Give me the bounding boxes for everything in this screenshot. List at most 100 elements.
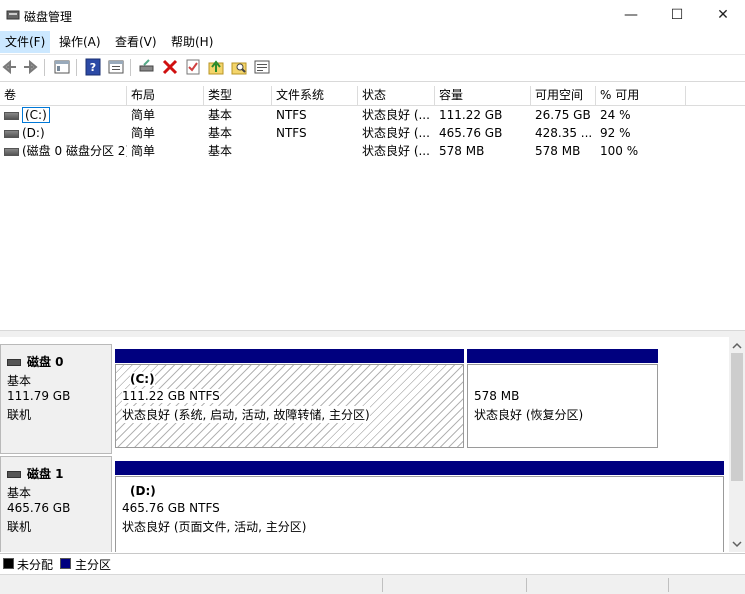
scroll-up-icon[interactable] [732,340,742,350]
menu-file[interactable]: 文件(F) [0,31,51,53]
disk-management-icon [6,8,20,22]
layout-cell: 简单 [131,108,156,122]
menu-action[interactable]: 操作(A) [54,31,106,53]
legend: 未分配 主分区 [0,553,745,574]
column-header-volume[interactable]: 卷 [0,86,127,105]
partition-status: 状态良好 (页面文件, 活动, 主分区) [122,520,307,534]
volume-icon [4,111,19,120]
back-icon[interactable] [1,58,19,76]
partition-bar [467,349,658,363]
percent-free-cell: 92 % [600,126,631,140]
delete-icon[interactable] [161,58,179,76]
partition-status: 状态良好 (恢复分区) [474,408,584,422]
connect-drive-icon[interactable] [138,58,156,76]
vertical-scrollbar[interactable] [729,337,745,552]
column-header-free-space[interactable]: 可用空间 [531,86,596,105]
volume-name: (C:) [22,107,50,123]
up-icon[interactable] [207,58,225,76]
percent-free-cell: 100 % [600,144,639,158]
legend-label-unallocated: 未分配 [17,558,54,572]
disk-0-status: 联机 [7,408,32,422]
status-bar-separator [668,578,669,592]
volume-name: (D:) [22,126,45,140]
table-row[interactable]: (磁盘 0 磁盘分区 2) 简单 基本 状态良好 (... 578 MB 578… [0,142,745,160]
menu-bar: 文件(F) 操作(A) 查看(V) 帮助(H) [0,31,745,53]
properties-icon[interactable] [107,58,125,76]
status-cell: 状态良好 (... [362,144,430,158]
column-header-status[interactable]: 状态 [358,86,435,105]
column-header-type[interactable]: 类型 [204,86,272,105]
table-row[interactable]: (C:) 简单 基本 NTFS 状态良好 (... 111.22 GB 26.7… [0,106,745,124]
column-header-percent-free[interactable]: % 可用 [596,86,686,105]
disk-0-type: 基本 [7,374,32,388]
capacity-cell: 465.76 GB [439,126,503,140]
status-cell: 状态良好 (... [362,108,430,122]
disk-1-status: 联机 [7,520,32,534]
console-tree-icon[interactable] [53,58,71,76]
partition-c[interactable]: (C:) 111.22 GB NTFS 状态良好 (系统, 启动, 活动, 故障… [115,364,464,448]
forward-icon[interactable] [21,58,39,76]
free-space-cell: 26.75 GB [535,108,591,122]
filesystem-cell [272,142,358,160]
list-icon[interactable] [253,58,271,76]
disk-0-name: 磁盘 0 [7,353,64,370]
maximize-button[interactable]: ☐ [654,0,700,31]
svg-text:?: ? [90,61,96,74]
toolbar-separator [76,59,77,76]
status-bar [0,574,745,594]
capacity-cell: 111.22 GB [439,108,503,122]
type-cell: 基本 [208,126,233,140]
partition-d[interactable]: (D:) 465.76 GB NTFS 状态良好 (页面文件, 活动, 主分区) [115,476,724,552]
minimize-button[interactable]: — [608,0,654,31]
help-icon[interactable]: ? [84,58,102,76]
volume-cell: (D:) [0,124,127,142]
partition-recovery[interactable]: 578 MB 状态良好 (恢复分区) [467,364,658,448]
partition-size: 465.76 GB NTFS [122,501,220,515]
close-button[interactable]: ✕ [700,0,745,31]
check-icon[interactable] [184,58,202,76]
column-header-layout[interactable]: 布局 [127,86,204,105]
filesystem-cell: NTFS [276,108,307,122]
title-bar: 磁盘管理 — ☐ ✕ [0,0,745,31]
type-cell: 基本 [208,144,233,158]
layout-cell: 简单 [131,126,156,140]
volume-name: (磁盘 0 磁盘分区 2) [22,144,127,158]
disk-1-info[interactable]: 磁盘 1 基本 465.76 GB 联机 [0,456,112,552]
status-cell: 状态良好 (... [362,126,430,140]
table-row[interactable]: (D:) 简单 基本 NTFS 状态良好 (... 465.76 GB 428.… [0,124,745,142]
disk-1-name: 磁盘 1 [7,465,64,482]
volume-icon [4,147,19,156]
capacity-cell: 578 MB [439,144,485,158]
legend-swatch-unallocated [3,558,14,569]
status-bar-separator [382,578,383,592]
menu-help[interactable]: 帮助(H) [166,31,218,53]
column-header-capacity[interactable]: 容量 [435,86,531,105]
partition-bar [115,461,724,475]
disk-1-type: 基本 [7,486,32,500]
legend-label-primary: 主分区 [75,558,112,572]
layout-cell: 简单 [131,144,156,158]
partition-size: 578 MB [474,389,520,403]
column-header-filesystem[interactable]: 文件系统 [272,86,358,105]
volume-cell: (C:) [0,106,127,124]
partition-status: 状态良好 (系统, 启动, 活动, 故障转储, 主分区) [122,406,370,423]
disk-graphical-view: 磁盘 0 基本 111.79 GB 联机 (C:) 111.22 GB NTFS… [0,337,729,552]
partition-size: 111.22 GB NTFS [122,389,220,403]
disk-icon [7,471,21,478]
disk-0-info[interactable]: 磁盘 0 基本 111.79 GB 联机 [0,344,112,454]
status-bar-separator [526,578,527,592]
partition-bar [115,349,464,363]
toolbar: ? [0,54,745,82]
search-icon[interactable] [230,58,248,76]
scroll-down-icon[interactable] [732,538,742,548]
menu-view[interactable]: 查看(V) [110,31,162,53]
window-title: 磁盘管理 [24,10,73,24]
disk-0-size: 111.79 GB [7,389,71,403]
volume-cell: (磁盘 0 磁盘分区 2) [0,142,127,160]
legend-swatch-primary [60,558,71,569]
disk-icon [7,359,21,366]
type-cell: 基本 [208,108,233,122]
scrollbar-thumb[interactable] [731,353,743,481]
disk-1-size: 465.76 GB [7,501,71,515]
free-space-cell: 428.35 ... [535,126,593,140]
